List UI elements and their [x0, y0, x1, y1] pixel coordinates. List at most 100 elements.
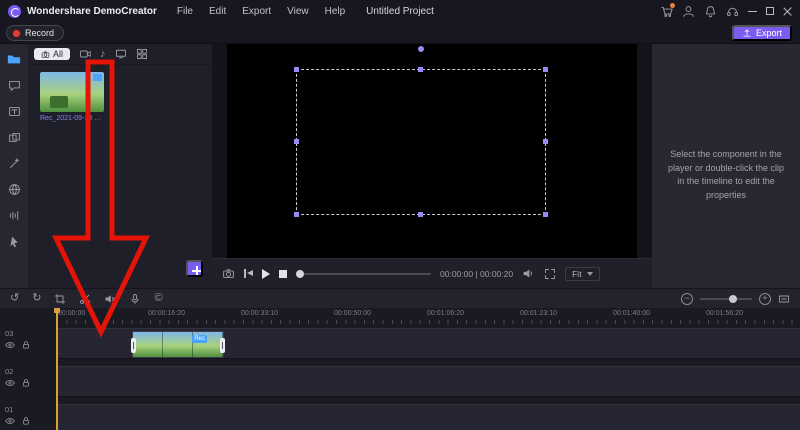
seek-slider[interactable]: [296, 269, 431, 278]
app-logo-icon: [8, 4, 21, 18]
trim-icon[interactable]: [54, 293, 66, 305]
menu-file[interactable]: File: [177, 6, 193, 17]
window-maximize-button[interactable]: [766, 7, 774, 15]
clip-frame: [133, 332, 163, 357]
tab-grid[interactable]: [136, 48, 148, 60]
tab-video[interactable]: [79, 48, 91, 60]
undo-icon[interactable]: ↺: [10, 293, 19, 304]
record-button[interactable]: Record: [6, 25, 65, 41]
snapshot-camera-icon[interactable]: [222, 267, 235, 280]
zoom-fit-label: Fit: [572, 268, 582, 279]
track-lock-icon[interactable]: [21, 340, 31, 350]
audio-edit-icon[interactable]: [4, 207, 24, 223]
tab-audio[interactable]: ♪: [100, 48, 106, 60]
track-number: 02: [5, 367, 14, 376]
resize-handle-mid-left[interactable]: [294, 139, 299, 144]
properties-panel: Select the component in the player or do…: [652, 44, 800, 288]
timeline-ruler[interactable]: 00:00:00 00:00:16:20 00:00:33:10 00:00:5…: [0, 308, 800, 324]
export-button[interactable]: Export: [731, 25, 792, 41]
selection-box[interactable]: [294, 46, 548, 217]
previous-frame-button[interactable]: [244, 269, 253, 278]
tab-all[interactable]: All: [34, 48, 71, 60]
clip-trim-handle-right[interactable]: [220, 338, 225, 353]
track-row-01: 01: [0, 404, 800, 430]
track-header: 01: [5, 405, 55, 426]
export-label: Export: [755, 28, 782, 38]
window-close-button[interactable]: [783, 7, 792, 16]
window-minimize-button[interactable]: [748, 10, 757, 12]
cart-badge: [670, 2, 675, 8]
rotate-handle[interactable]: [418, 46, 424, 52]
menu-export[interactable]: Export: [242, 6, 271, 17]
cursor-effects-icon[interactable]: [4, 233, 24, 249]
media-clip-thumbnail[interactable]: [40, 72, 104, 112]
track-visibility-eye-icon[interactable]: [5, 378, 15, 388]
watermark-icon[interactable]: ©: [154, 293, 162, 304]
tab-screen[interactable]: [115, 48, 127, 60]
timeline-zoom-knob[interactable]: [728, 294, 737, 303]
notification-bell-icon[interactable]: [704, 5, 717, 18]
app-name: Wondershare DemoCreator: [27, 5, 157, 17]
zoom-out-button[interactable]: −: [681, 292, 693, 305]
fit-timeline-icon[interactable]: [778, 293, 790, 305]
camera-icon: [41, 50, 50, 58]
track-lock-icon[interactable]: [21, 378, 31, 388]
timeline-clip[interactable]: Rec: [131, 331, 225, 358]
mute-speaker-icon[interactable]: [104, 293, 117, 305]
volume-icon[interactable]: [522, 267, 535, 280]
secondary-toolbar: Record Export: [0, 22, 800, 44]
track-row-02: 02: [0, 366, 800, 397]
clip-rec-badge: Rec: [192, 335, 207, 343]
split-icon[interactable]: [79, 293, 91, 305]
annotations-icon[interactable]: [4, 77, 24, 93]
zoom-in-button[interactable]: +: [759, 292, 771, 305]
rec-badge-icon: [93, 74, 102, 81]
chevron-down-icon: [586, 271, 593, 276]
titlebar-right-icons: [660, 2, 792, 18]
fullscreen-icon[interactable]: [544, 268, 556, 280]
effects-wand-icon[interactable]: [4, 155, 24, 171]
resize-handle-bottom-left[interactable]: [294, 212, 299, 217]
media-library-icon[interactable]: [4, 51, 24, 67]
clip-trim-handle-left[interactable]: [131, 338, 136, 353]
media-clip-item[interactable]: Rec_2021-09-13 05-28-2...: [40, 72, 104, 122]
stickers-globe-icon[interactable]: [4, 181, 24, 197]
transitions-icon[interactable]: [4, 129, 24, 145]
track-lock-icon[interactable]: [21, 416, 31, 426]
play-button[interactable]: [262, 268, 270, 279]
track-visibility-eye-icon[interactable]: [5, 416, 15, 426]
project-title: Untitled Project: [366, 5, 434, 17]
zoom-fit-dropdown[interactable]: Fit: [565, 266, 600, 281]
captions-icon[interactable]: [4, 103, 24, 119]
store-cart-icon[interactable]: [660, 2, 675, 18]
preview-canvas[interactable]: [227, 44, 637, 258]
playhead[interactable]: [54, 308, 60, 430]
resize-handle-bottom-center[interactable]: [418, 212, 423, 217]
track-lane[interactable]: [57, 404, 800, 430]
media-clip-name: Rec_2021-09-13 05-28-2...: [40, 115, 104, 122]
properties-hint: Select the component in the player or do…: [667, 149, 785, 200]
stop-button[interactable]: [279, 269, 287, 278]
account-icon[interactable]: [682, 5, 695, 18]
media-panel: All ♪ Rec_2021-09-13 05-28-2...: [28, 44, 212, 288]
timeline-toolbar: ↺ ↻ © − +: [0, 288, 800, 308]
resize-handle-mid-right[interactable]: [543, 139, 548, 144]
denoise-mic-icon[interactable]: [129, 293, 141, 305]
menu-edit[interactable]: Edit: [209, 6, 226, 17]
track-lane[interactable]: Rec: [57, 328, 800, 359]
redo-icon[interactable]: ↻: [32, 293, 41, 304]
resize-handle-bottom-right[interactable]: [543, 212, 548, 217]
add-to-timeline-button[interactable]: [186, 260, 203, 277]
seek-knob[interactable]: [296, 269, 304, 278]
export-up-arrow-icon: [743, 29, 751, 37]
timeline-zoom-slider[interactable]: [700, 294, 752, 303]
resize-handle-top-center[interactable]: [418, 67, 423, 72]
resize-handle-top-right[interactable]: [543, 67, 548, 72]
track-visibility-eye-icon[interactable]: [5, 340, 15, 350]
resize-handle-top-left[interactable]: [294, 67, 299, 72]
clip-frame: [163, 332, 193, 357]
ruler-label: 00:01:23:10: [520, 310, 557, 317]
support-headset-icon[interactable]: [726, 5, 739, 18]
timeline-zoom-controls: − +: [681, 292, 790, 305]
track-lane[interactable]: [57, 366, 800, 397]
